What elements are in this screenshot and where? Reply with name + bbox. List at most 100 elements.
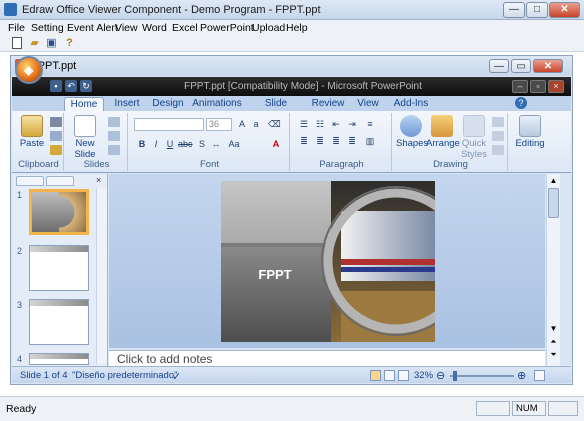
paste-button[interactable]: Paste [18,115,46,149]
shadow-icon[interactable]: S [196,138,208,150]
tab-add-ins[interactable]: Add-Ins [389,97,433,111]
spell-check-icon[interactable]: ✓ [172,370,181,383]
tab-view[interactable]: View [353,97,383,111]
zoom-in-icon[interactable]: ⊕ [517,369,526,382]
clear-format-icon[interactable]: ⌫ [268,118,281,130]
current-slide[interactable]: FPPT [221,181,435,342]
numbering-icon[interactable]: ☷ [314,118,326,130]
copy-icon[interactable] [50,131,62,141]
notes-pane[interactable]: Click to add notes [109,350,545,366]
change-case-icon[interactable]: Aa [228,138,240,150]
grow-font-icon[interactable]: A [236,118,248,130]
editing-button[interactable]: Editing [512,115,548,149]
bullets-icon[interactable]: ☰ [298,118,310,130]
bold-icon[interactable]: B [136,138,148,150]
doc-minimize-button[interactable]: — [489,59,509,73]
shape-fill-icon[interactable] [492,117,504,127]
decrease-indent-icon[interactable]: ⇤ [330,118,342,130]
menu-view[interactable]: View [115,22,138,34]
office-minimize-button[interactable]: – [512,80,528,93]
strikethrough-icon[interactable]: abc [178,138,193,150]
menu-upload[interactable]: Upload [252,22,285,34]
shape-outline-icon[interactable] [492,131,504,141]
slide-sorter-icon[interactable] [384,370,395,381]
underline-icon[interactable]: U [164,138,176,150]
font-size-field[interactable]: 36 [206,118,232,131]
scroll-thumb[interactable] [548,188,559,218]
tab-animations[interactable]: Animations [192,97,242,111]
italic-icon[interactable]: I [150,138,162,150]
slide-thumb-1[interactable] [29,189,89,235]
menu-excel[interactable]: Excel [172,22,198,34]
quick-styles-button[interactable]: Quick Styles [458,115,490,160]
tab-slide-show[interactable]: Slide Show [251,97,301,122]
shrink-font-icon[interactable]: a [250,118,262,130]
save-icon[interactable]: ▣ [45,37,58,50]
font-color-icon[interactable]: A [270,138,282,150]
slide-scrollbar[interactable]: ▲ ▼ ⏶ ⏷ [546,174,560,366]
open-folder-icon[interactable]: ▰ [28,37,41,50]
increase-indent-icon[interactable]: ⇥ [346,118,358,130]
menu-setting[interactable]: Setting [31,22,64,34]
shapes-button[interactable]: Shapes [396,115,428,149]
zoom-slider-thumb[interactable] [453,371,458,381]
tab-home[interactable]: Home [64,97,104,111]
close-button[interactable]: ✕ [549,2,580,18]
slides-panel-scrollbar[interactable] [96,188,107,364]
font-name-field[interactable] [134,118,204,131]
scroll-down-icon[interactable]: ▼ [548,324,559,334]
menu-word[interactable]: Word [142,22,167,34]
align-center-icon[interactable]: ≣ [314,135,326,147]
align-left-icon[interactable]: ≣ [298,135,310,147]
line-spacing-icon[interactable]: ≡ [364,118,376,130]
help-icon[interactable]: ? [63,37,76,50]
menu-event-alert[interactable]: Event Alert [67,22,118,34]
quick-styles-label: Quick Styles [461,138,487,160]
menu-help[interactable]: Help [286,22,308,34]
panel-close-icon[interactable]: × [96,175,101,185]
tab-slides[interactable] [16,176,44,186]
slide-thumb-3[interactable] [29,299,89,345]
undo-icon[interactable]: ↶ [65,80,77,92]
format-painter-icon[interactable] [50,145,62,155]
office-restore-button[interactable]: ▫ [530,80,546,93]
reset-icon[interactable] [108,131,120,141]
save-icon[interactable]: ▪ [50,80,62,92]
minimize-button[interactable]: — [503,2,525,18]
menu-file[interactable]: File [8,22,25,34]
tab-insert[interactable]: Insert [108,97,146,111]
doc-restore-button[interactable]: ▭ [511,59,531,73]
next-slide-icon[interactable]: ⏷ [548,350,559,360]
slide-thumb-4[interactable] [29,353,89,365]
align-right-icon[interactable]: ≣ [330,135,342,147]
shape-effects-icon[interactable] [492,145,504,155]
maximize-button[interactable]: □ [526,2,548,18]
justify-icon[interactable]: ≣ [346,135,358,147]
zoom-out-icon[interactable]: ⊖ [436,369,445,382]
office-close-button[interactable]: × [548,80,564,93]
tab-review[interactable]: Review [310,97,346,111]
cut-icon[interactable] [50,117,62,127]
help-icon[interactable]: ? [515,97,527,109]
menu-powerpoint[interactable]: PowerPoint [200,22,254,34]
char-spacing-icon[interactable]: ↔ [210,138,222,150]
normal-view-icon[interactable] [370,370,381,381]
slideshow-icon[interactable] [398,370,409,381]
new-slide-button[interactable]: New Slide [68,115,102,160]
previous-slide-icon[interactable]: ⏶ [548,337,559,347]
arrange-button[interactable]: Arrange [426,115,460,149]
tab-outline[interactable] [46,176,74,186]
redo-icon[interactable]: ↻ [80,80,92,92]
doc-close-button[interactable]: ✕ [533,59,563,73]
paste-label: Paste [19,138,45,149]
columns-icon[interactable]: ▥ [364,135,376,147]
delete-slide-icon[interactable] [108,145,120,155]
layout-icon[interactable] [108,117,120,127]
tab-design[interactable]: Design [148,97,188,111]
scroll-up-icon[interactable]: ▲ [548,176,559,186]
slide-thumb-2[interactable] [29,245,89,291]
zoom-slider[interactable] [450,371,514,381]
new-document-icon[interactable] [12,37,22,49]
office-button[interactable]: ◈ [15,56,43,84]
fit-to-window-icon[interactable] [534,370,545,381]
